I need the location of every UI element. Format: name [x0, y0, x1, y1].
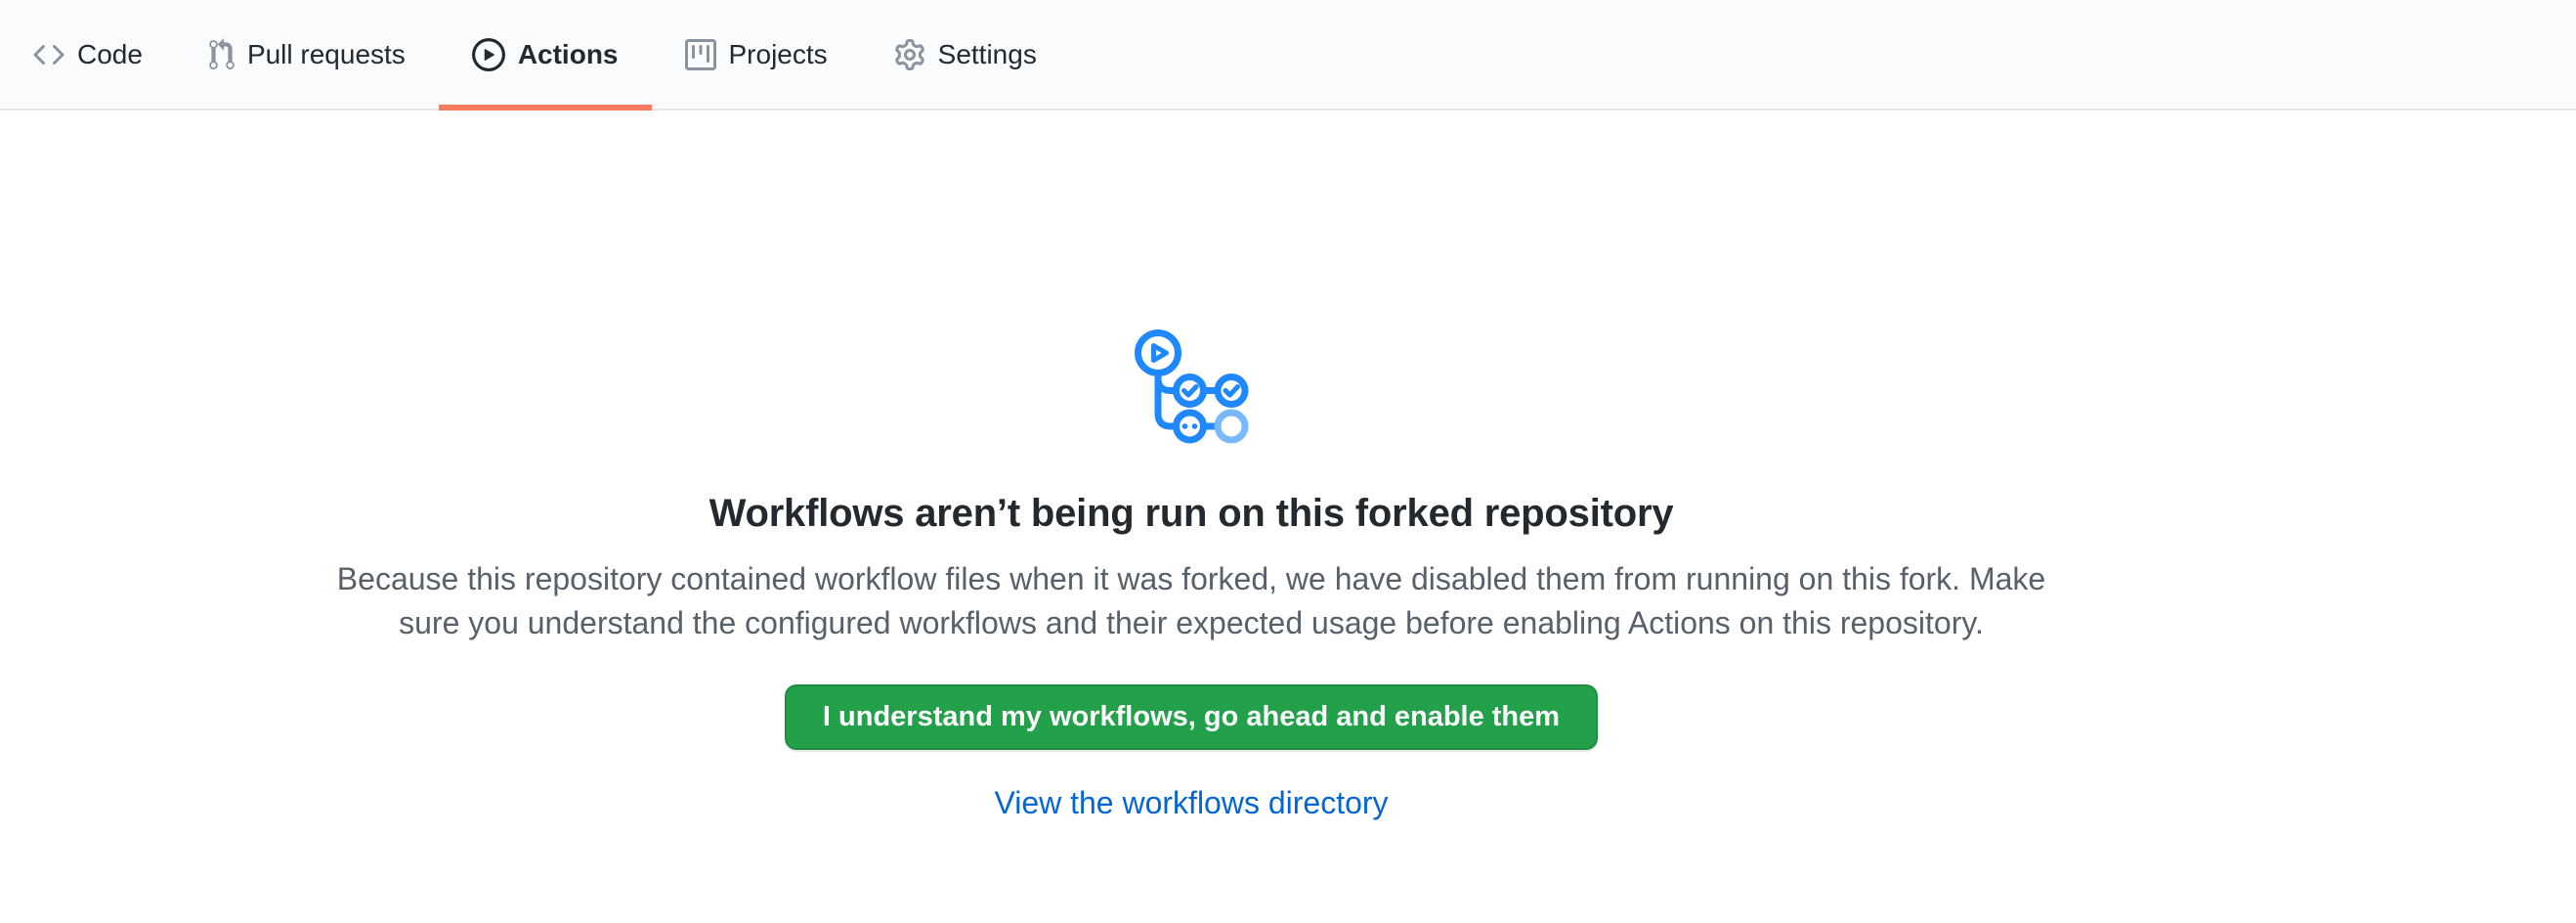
tab-code[interactable]: Code — [0, 0, 176, 109]
tab-label: Pull requests — [247, 39, 406, 70]
tab-label: Actions — [518, 39, 619, 70]
project-icon — [685, 39, 716, 70]
view-workflows-directory-link[interactable]: View the workflows directory — [0, 785, 2383, 821]
enable-workflows-button[interactable]: I understand my workflows, go ahead and … — [785, 684, 1598, 750]
tab-label: Projects — [729, 39, 828, 70]
tab-projects[interactable]: Projects — [652, 0, 861, 109]
description-line-2: sure you understand the configured workf… — [0, 601, 2383, 645]
tab-label: Code — [77, 39, 143, 70]
tab-pull-requests[interactable]: Pull requests — [176, 0, 439, 109]
description-text: Because this repository contained workfl… — [0, 557, 2383, 645]
tab-actions[interactable]: Actions — [439, 0, 652, 109]
actions-empty-state: Workflows aren’t being run on this forke… — [0, 110, 2576, 821]
description-line-1: Because this repository contained workfl… — [0, 557, 2383, 601]
play-circle-icon — [472, 38, 505, 71]
repo-nav: Code Pull requests Actions Projects Sett… — [0, 0, 2576, 110]
blankslate: Workflows aren’t being run on this forke… — [0, 110, 2383, 821]
tab-label: Settings — [938, 39, 1037, 70]
code-icon — [33, 39, 64, 70]
tab-settings[interactable]: Settings — [861, 0, 1070, 109]
page-title: Workflows aren’t being run on this forke… — [0, 492, 2383, 536]
git-pull-request-icon — [209, 38, 235, 71]
workflow-graph-icon — [1134, 330, 1249, 449]
gear-icon — [894, 39, 925, 70]
